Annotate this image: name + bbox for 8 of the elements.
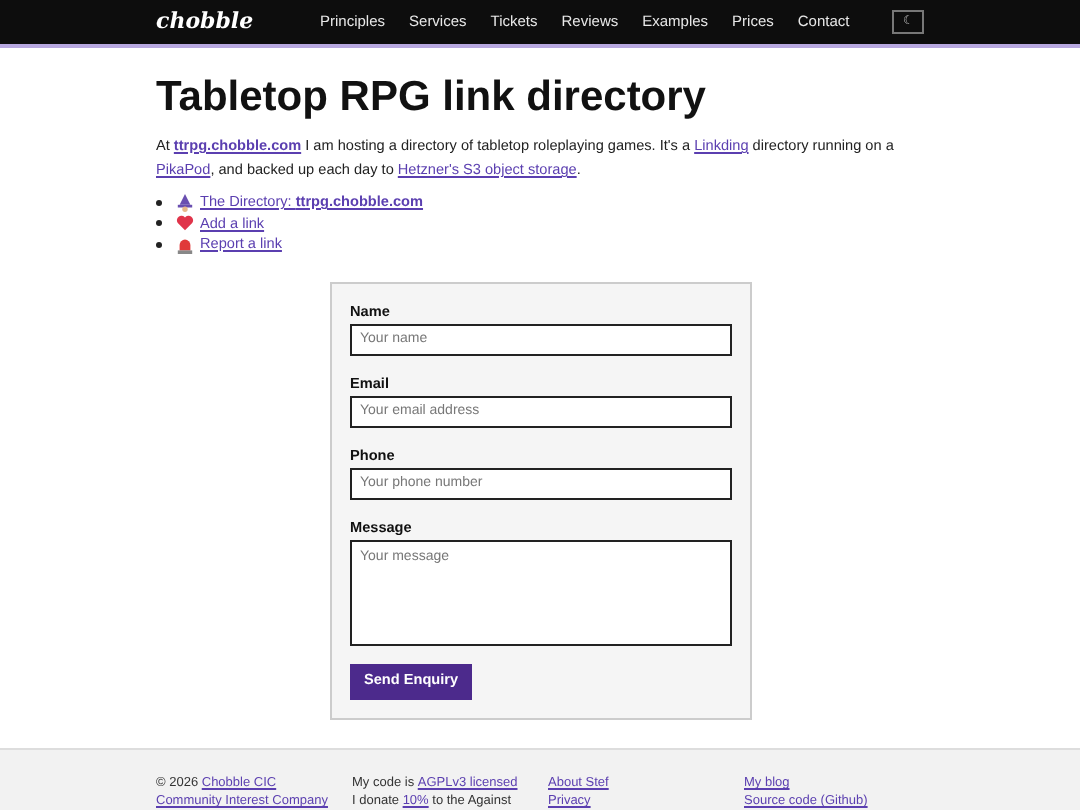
page-title: Tabletop RPG link directory: [156, 76, 708, 118]
logo[interactable]: chobble: [156, 5, 320, 39]
bullet-icon: [156, 199, 162, 206]
heart-icon: [176, 214, 194, 233]
bullet-icon: [156, 220, 162, 227]
wizard-icon: [176, 193, 194, 212]
siren-icon: [176, 235, 194, 254]
bullet-icon: [156, 241, 162, 248]
